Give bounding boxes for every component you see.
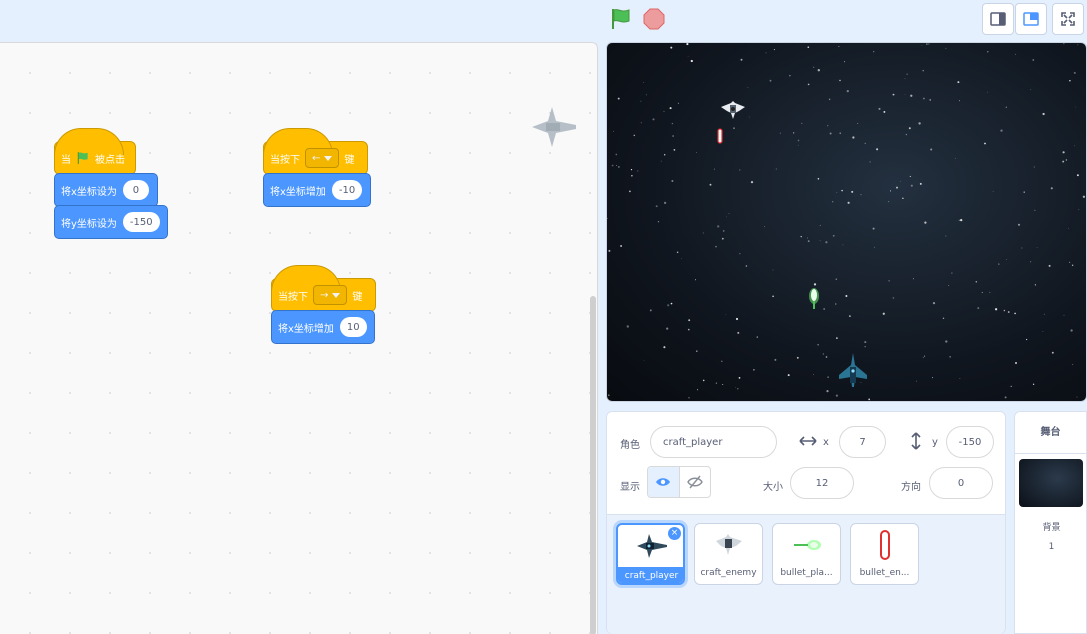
when-key-pressed-block[interactable]: 当按下 ← 键	[263, 128, 368, 175]
hide-sprite-button[interactable]	[680, 467, 711, 497]
visibility-toggle	[647, 466, 711, 498]
sprite-info-panel: 角色 craft_player x 7 y -150 显示 大小 12 方向 0…	[606, 411, 1006, 634]
fullscreen-icon	[1061, 12, 1075, 26]
chevron-down-icon	[332, 292, 341, 298]
bullet-player-thumbnail	[773, 524, 840, 566]
sprite-name-label: 角色	[620, 440, 640, 451]
bullet-enemy-thumbnail	[851, 524, 918, 566]
x-value-input[interactable]: 0	[122, 180, 149, 200]
show-label: 显示	[620, 482, 640, 493]
when-flag-clicked-block[interactable]: 当 被点击	[54, 128, 136, 175]
enemy-craft-sprite[interactable]	[721, 101, 745, 119]
direction-label: 方向	[901, 482, 921, 493]
direction-input[interactable]: 0	[929, 467, 993, 499]
block-text: 将x坐标增加	[278, 323, 334, 335]
stage-canvas	[607, 43, 1086, 401]
key-value: →	[320, 289, 329, 301]
sprite-tile-label: bullet_pla...	[780, 568, 833, 578]
change-x-block[interactable]: 将x坐标增加 10	[271, 310, 375, 344]
x-position-input[interactable]: 7	[839, 426, 886, 458]
set-y-block[interactable]: 将y坐标设为 -150	[54, 205, 168, 239]
small-stage-icon	[990, 12, 1006, 26]
key-dropdown[interactable]: →	[313, 285, 348, 305]
craft-enemy-thumbnail	[695, 524, 762, 566]
code-workspace[interactable]: 当 被点击 将x坐标设为 0 将y坐标设为 -150 当按下 ← 键 将x坐标增…	[0, 42, 598, 634]
fullscreen-button[interactable]	[1052, 3, 1084, 35]
sprite-tile-craft-enemy[interactable]: craft_enemy	[694, 523, 763, 585]
current-sprite-icon	[532, 107, 576, 147]
normal-stage-button[interactable]	[1015, 3, 1047, 35]
starfield	[607, 43, 1086, 401]
hat-text: 键	[344, 154, 355, 166]
stage-title: 舞台	[1015, 412, 1086, 454]
y-position-input[interactable]: -150	[946, 426, 994, 458]
eye-slash-icon	[686, 475, 703, 489]
stop-icon[interactable]	[642, 7, 666, 31]
backdrop-thumbnail	[1019, 459, 1083, 507]
sprite-name-input[interactable]: craft_player	[650, 426, 777, 458]
y-label: y	[932, 437, 938, 448]
chevron-down-icon	[324, 155, 333, 161]
player-bullet-sprite[interactable]	[809, 288, 819, 309]
sprite-tile-label: bullet_en...	[859, 568, 910, 578]
change-x-value-input[interactable]: -10	[331, 180, 363, 200]
hat-text: 当按下	[278, 291, 308, 303]
block-text: 将y坐标设为	[61, 218, 117, 230]
x-label: x	[823, 437, 829, 448]
eye-icon	[656, 478, 671, 486]
y-value-input[interactable]: -150	[122, 212, 160, 232]
set-x-block[interactable]: 将x坐标设为 0	[54, 173, 158, 207]
vertical-arrows-icon	[911, 432, 921, 450]
horizontal-arrows-icon	[799, 436, 817, 446]
sprite-tile-label: craft_player	[618, 567, 683, 583]
normal-stage-icon	[1023, 12, 1039, 26]
size-label: 大小	[763, 482, 783, 493]
sprite-list: craft_player × craft_enemy bullet_pla...…	[607, 514, 1005, 634]
sprite-tile-bullet-player[interactable]: bullet_pla...	[772, 523, 841, 585]
sprite-tile-bullet-enemy[interactable]: bullet_en...	[850, 523, 919, 585]
top-bar	[0, 0, 1087, 42]
enemy-bullet-sprite[interactable]	[717, 128, 723, 144]
small-stage-button[interactable]	[982, 3, 1014, 35]
green-flag-icon[interactable]	[609, 7, 633, 31]
hat-text: 被点击	[95, 154, 125, 166]
change-x-value-input[interactable]: 10	[339, 317, 367, 337]
sprite-tile-label: craft_enemy	[700, 568, 757, 578]
size-input[interactable]: 12	[790, 467, 854, 499]
hat-text: 当按下	[270, 154, 300, 166]
change-x-block[interactable]: 将x坐标增加 -10	[263, 173, 371, 207]
backdrop-count: 1	[1048, 542, 1055, 552]
hat-text: 键	[352, 291, 363, 303]
player-craft-sprite[interactable]	[839, 353, 867, 387]
key-dropdown[interactable]: ←	[305, 148, 340, 168]
stage-selector[interactable]: 舞台 背景 1	[1014, 411, 1087, 634]
show-sprite-button[interactable]	[648, 467, 680, 497]
backdrop-label: 背景	[1042, 523, 1061, 533]
when-key-pressed-block[interactable]: 当按下 → 键	[271, 265, 376, 312]
code-scrollbar[interactable]	[590, 296, 596, 634]
delete-sprite-icon[interactable]: ×	[668, 527, 681, 540]
key-value: ←	[312, 152, 321, 164]
stage[interactable]	[606, 42, 1087, 402]
sprite-tile-craft-player[interactable]: craft_player ×	[616, 523, 685, 585]
hat-text: 当	[61, 154, 71, 166]
green-flag-icon	[77, 152, 88, 164]
block-text: 将x坐标增加	[270, 186, 326, 198]
block-text: 将x坐标设为	[61, 186, 117, 198]
